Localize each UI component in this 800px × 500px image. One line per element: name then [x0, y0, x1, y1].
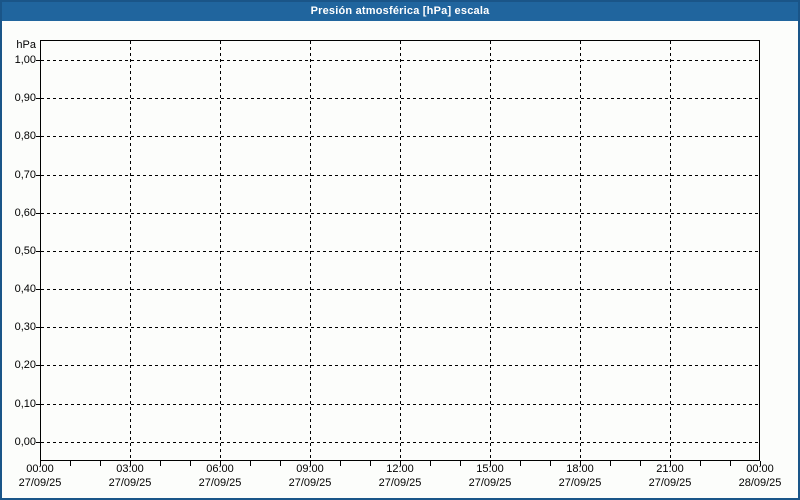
x-tick — [340, 461, 341, 466]
x-gridline — [670, 41, 671, 460]
y-tick — [36, 174, 40, 176]
x-tick — [70, 461, 71, 466]
app-window: Presión atmosférica [hPa] escala hPa 1,0… — [0, 0, 800, 500]
x-tick-date-label: 27/09/25 — [18, 477, 62, 489]
x-tick — [160, 461, 161, 466]
x-tick-date-label: 27/09/25 — [558, 477, 602, 489]
x-tick — [520, 461, 521, 466]
x-tick-time-label: 03:00 — [116, 463, 144, 475]
x-gridline — [580, 41, 581, 460]
y-tick — [36, 289, 40, 291]
x-tick-date-label: 27/09/25 — [288, 477, 332, 489]
x-tick — [250, 461, 251, 466]
y-tick-label: 0,30 — [14, 321, 36, 334]
x-tick-time-label: 00:00 — [26, 463, 54, 475]
y-tick-label: 0,40 — [14, 283, 36, 296]
x-tick-date-label: 27/09/25 — [468, 477, 512, 489]
x-tick-time-label: 06:00 — [206, 463, 234, 475]
y-tick-label: 0,10 — [14, 397, 36, 410]
x-tick — [700, 461, 701, 466]
y-tick — [36, 327, 40, 329]
y-tick — [36, 98, 40, 100]
y-tick — [36, 365, 40, 367]
x-tick-time-label: 09:00 — [296, 463, 324, 475]
x-tick-date-label: 27/09/25 — [378, 477, 422, 489]
y-tick-label: 0,60 — [14, 206, 36, 219]
y-tick — [36, 60, 40, 61]
y-tick — [36, 212, 40, 214]
y-tick — [36, 441, 40, 443]
x-tick-time-label: 18:00 — [566, 463, 594, 475]
x-gridline — [400, 41, 401, 460]
y-tick-label: 0,70 — [14, 168, 36, 181]
x-gridline — [310, 41, 311, 460]
y-tick-label: 1,00 — [14, 54, 36, 66]
x-tick-date-label: 27/09/25 — [108, 477, 152, 489]
y-tick-label: 0,80 — [14, 130, 36, 143]
x-tick-time-label: 21:00 — [656, 463, 684, 475]
x-tick — [430, 461, 431, 466]
chart-area: hPa 1,00 0,90 0,80 0,70 0,60 0,50 0,40 0,30 0,20… — [2, 2, 798, 498]
x-tick-date-label: 28/09/25 — [738, 477, 782, 489]
y-tick-label: 0,50 — [14, 244, 36, 257]
y-tick — [36, 403, 40, 405]
x-gridline — [490, 41, 491, 460]
x-gridline — [130, 41, 131, 460]
x-tick-date-label: 27/09/25 — [648, 477, 692, 489]
y-tick — [36, 250, 40, 252]
x-gridline — [220, 41, 221, 460]
x-tick-time-label: 00:00 — [746, 463, 774, 475]
y-tick-label: 0,00 — [14, 435, 36, 448]
x-tick-time-label: 15:00 — [476, 463, 504, 475]
x-tick-date-label: 27/09/25 — [198, 477, 242, 489]
y-tick-label: 0,20 — [14, 359, 36, 372]
y-axis-unit-label: hPa — [16, 39, 36, 51]
x-tick-time-label: 12:00 — [386, 463, 414, 475]
y-tick — [36, 136, 40, 138]
y-tick-label: 0,90 — [14, 92, 36, 105]
x-tick — [610, 461, 611, 466]
